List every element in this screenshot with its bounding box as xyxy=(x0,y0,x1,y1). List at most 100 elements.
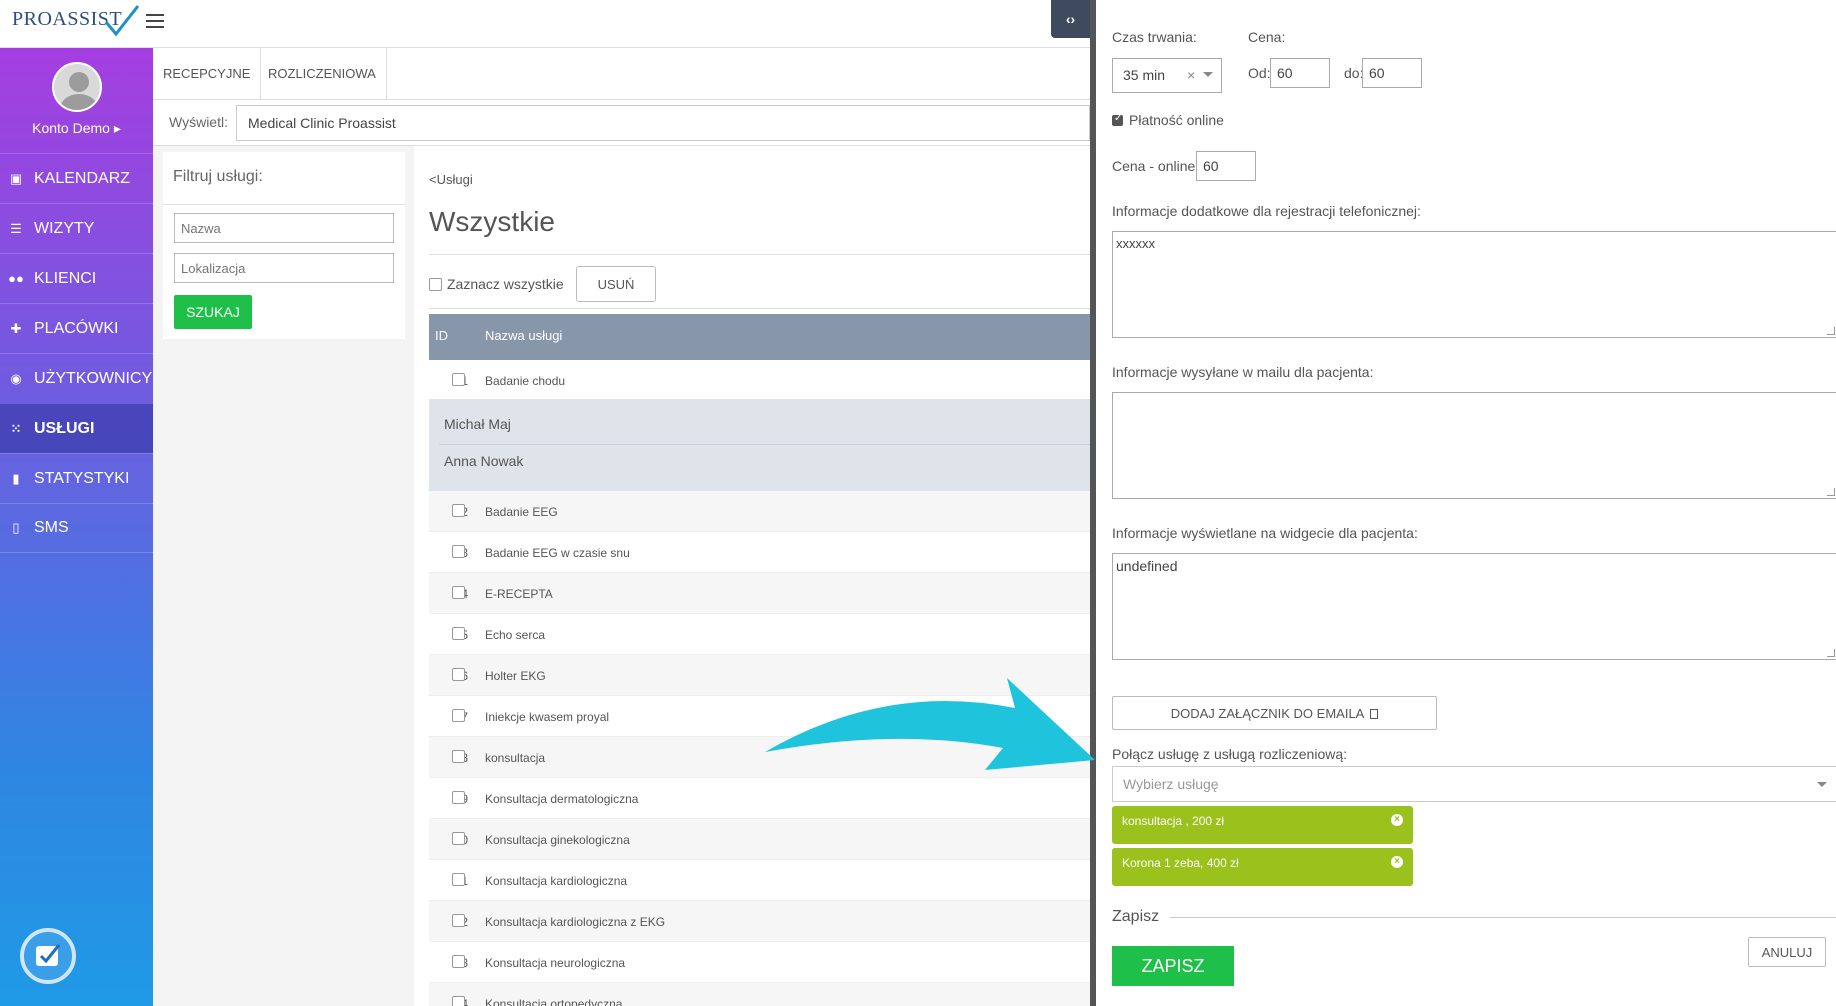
row-name: Konsultacja ginekologiczna xyxy=(485,833,630,847)
sidebar-item-placowki[interactable]: ✚ PLACÓWKI xyxy=(0,303,153,353)
tab-recepcyjne[interactable]: RECEPCYJNE xyxy=(153,48,262,100)
row-checkbox[interactable] xyxy=(452,914,465,927)
clinic-select[interactable]: Medical Clinic Proassist xyxy=(236,105,1090,141)
select-all-checkbox[interactable] xyxy=(429,277,442,291)
profile-section[interactable]: Konto Demo ▸ xyxy=(0,48,153,153)
sidebar-item-wizyty[interactable]: ☰ WIZYTY xyxy=(0,203,153,253)
row-checkbox[interactable] xyxy=(452,709,465,722)
save-section-label: Zapisz xyxy=(1112,908,1160,925)
table-row[interactable]: 9Konsultacja dermatologiczna xyxy=(429,778,1090,819)
sidebar: Konto Demo ▸ ▣ KALENDARZ ☰ WIZYTY ●● KLI… xyxy=(0,48,153,1006)
sidebar-item-label: STATYSTYKI xyxy=(34,469,130,487)
sidebar-item-uslugi[interactable]: ⁙ USŁUGI xyxy=(0,403,153,453)
table-row[interactable]: 13Konsultacja neurologiczna xyxy=(429,942,1090,983)
delete-button[interactable]: USUŃ xyxy=(576,266,656,302)
row-checkbox[interactable] xyxy=(452,873,465,886)
add-email-attachment-button[interactable]: DODAJ ZAŁĄCZNIK DO EMAILA xyxy=(1112,696,1437,730)
sidebar-item-uzytkownicy[interactable]: ◉ UŻYTKOWNICY xyxy=(0,353,153,403)
remove-tag-icon[interactable]: × xyxy=(1391,814,1403,826)
sidebar-item-label: KALENDARZ xyxy=(34,169,131,187)
select-all[interactable]: Zaznacz wszystkie xyxy=(429,276,564,292)
user-circle-icon: ◉ xyxy=(10,370,22,386)
column-header-name[interactable]: Nazwa usługi xyxy=(485,328,562,343)
sidebar-item-klienci[interactable]: ●● KLIENCI xyxy=(0,253,153,303)
help-checkmark-button[interactable] xyxy=(20,928,76,984)
display-label: Wyświetl: xyxy=(169,114,228,130)
billing-service-select[interactable]: Wybierz usługę xyxy=(1112,766,1836,802)
clear-icon[interactable]: × xyxy=(1187,59,1195,92)
row-checkbox[interactable] xyxy=(452,668,465,681)
widget-info-textarea[interactable]: undefined xyxy=(1112,553,1836,660)
online-payment-option[interactable]: ✓ Płatność online xyxy=(1112,112,1224,128)
select-all-label: Zaznacz wszystkie xyxy=(447,276,564,292)
name-filter-input[interactable] xyxy=(174,213,394,243)
row-checkbox[interactable] xyxy=(452,504,465,517)
sidebar-item-label: UŻYTKOWNICY xyxy=(34,369,153,387)
table-row[interactable]: 3Badanie EEG w czasie snu xyxy=(429,532,1090,573)
avatar xyxy=(51,62,102,112)
selected-service-tag: Korona 1 zeba, 400 zł × xyxy=(1112,848,1413,886)
code-brackets-icon: ‹› xyxy=(1065,11,1076,27)
save-button[interactable]: ZAPISZ xyxy=(1112,946,1234,986)
app-logo[interactable]: PROASSIST xyxy=(12,5,140,37)
sidebar-item-label: WIZYTY xyxy=(34,219,95,237)
table-row[interactable]: 12Konsultacja kardiologiczna z EKG xyxy=(429,901,1090,942)
search-button[interactable]: SZUKAJ xyxy=(174,295,252,329)
mobile-icon: ▯ xyxy=(12,520,20,535)
table-row[interactable]: 5Echo serca xyxy=(429,614,1090,655)
email-info-label: Informacje wysyłane w mailu dla pacjenta… xyxy=(1112,364,1374,380)
sidebar-item-label: PLACÓWKI xyxy=(34,319,119,337)
filter-panel: Filtruj usługi: SZUKAJ xyxy=(163,152,405,339)
row-checkbox[interactable] xyxy=(452,791,465,804)
list-item[interactable]: Anna Nowak xyxy=(444,453,523,469)
sidebar-item-sms[interactable]: ▯ SMS xyxy=(0,503,153,553)
cancel-button[interactable]: ANULUJ xyxy=(1748,937,1826,967)
connect-service-label: Połącz usługę z usługą rozliczeniową: xyxy=(1112,746,1348,762)
row-checkbox[interactable] xyxy=(452,545,465,558)
service-edit-panel: Czas trwania: 35 min × Cena: Od: 60 do: … xyxy=(1090,0,1836,1006)
sidebar-item-statystyki[interactable]: ▮ STATYSTYKI xyxy=(0,453,153,503)
row-name: Konsultacja dermatologiczna xyxy=(485,792,639,806)
price-to-label: do: xyxy=(1344,65,1364,81)
top-bar: PROASSIST xyxy=(0,0,1090,48)
row-checkbox[interactable] xyxy=(452,832,465,845)
breadcrumb[interactable]: <Usługi xyxy=(429,172,473,187)
email-info-textarea[interactable] xyxy=(1112,392,1836,499)
table-row[interactable]: 4E-RECEPTA xyxy=(429,573,1090,614)
table-row[interactable]: 1 Badanie chodu xyxy=(429,360,1090,401)
profile-name[interactable]: Konto Demo ▸ xyxy=(0,120,153,137)
table-row[interactable]: 11Konsultacja kardiologiczna xyxy=(429,860,1090,901)
online-payment-checkbox[interactable]: ✓ xyxy=(1112,113,1123,126)
row-name: Konsultacja kardiologiczna xyxy=(485,874,628,888)
table-row[interactable]: 2Badanie EEG xyxy=(429,491,1090,532)
duration-select[interactable]: 35 min × xyxy=(1112,58,1222,93)
remove-tag-icon[interactable]: × xyxy=(1391,856,1403,868)
row-checkbox[interactable] xyxy=(452,373,465,386)
table-row[interactable]: 14Konsultacja ortopedyczna xyxy=(429,983,1090,1006)
phone-info-label: Informacje dodatkowe dla rejestracji tel… xyxy=(1112,203,1421,219)
list-item[interactable]: Michał Maj xyxy=(444,416,511,432)
hamburger-menu-icon[interactable] xyxy=(146,14,164,28)
tab-rozliczeniowa[interactable]: ROZLICZENIOWA xyxy=(258,48,387,100)
online-price-input[interactable]: 60 xyxy=(1196,151,1256,181)
code-toggle-button[interactable]: ‹› xyxy=(1051,0,1090,38)
row-name: Echo serca xyxy=(485,628,546,642)
price-from-label: Od: xyxy=(1248,65,1271,81)
sidebar-item-kalendarz[interactable]: ▣ KALENDARZ xyxy=(0,153,153,203)
column-header-id[interactable]: ID xyxy=(435,328,448,343)
divider xyxy=(1170,917,1836,918)
row-checkbox[interactable] xyxy=(452,955,465,968)
sidebar-item-label: KLIENCI xyxy=(34,269,97,287)
price-from-input[interactable]: 60 xyxy=(1270,58,1330,88)
table-row[interactable]: 10Konsultacja ginekologiczna xyxy=(429,819,1090,860)
row-name: Konsultacja neurologiczna xyxy=(485,956,626,970)
row-checkbox[interactable] xyxy=(452,586,465,599)
price-to-input[interactable]: 60 xyxy=(1362,58,1422,88)
row-name: Holter EKG xyxy=(485,669,546,683)
row-checkbox[interactable] xyxy=(452,996,465,1006)
location-filter-input[interactable] xyxy=(174,253,394,283)
row-checkbox[interactable] xyxy=(452,627,465,640)
calendar-icon: ▣ xyxy=(9,170,23,186)
phone-info-textarea[interactable]: xxxxxx xyxy=(1112,231,1836,338)
row-checkbox[interactable] xyxy=(452,750,465,763)
